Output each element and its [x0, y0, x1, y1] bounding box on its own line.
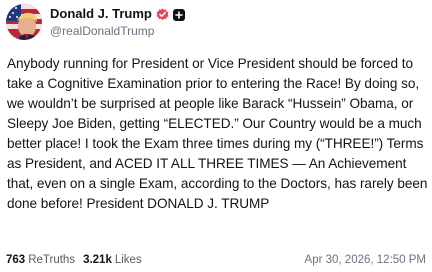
retruths-count: 763: [6, 254, 26, 266]
likes-stat[interactable]: 3.21k Likes: [83, 252, 142, 268]
avatar-image: [6, 4, 42, 40]
truth-post-card: Donald J. Trump @realDonaldTrump Anybody…: [0, 0, 432, 272]
author-block: Donald J. Trump @realDonaldTrump: [50, 6, 185, 39]
post-text: Anybody running for President or Vice Pr…: [7, 56, 428, 211]
retruths-stat[interactable]: 763 ReTruths: [6, 252, 75, 268]
avatar[interactable]: [6, 4, 42, 40]
post-timestamp[interactable]: Apr 30, 2026, 12:50 PM: [305, 252, 426, 268]
post-stats: 763 ReTruths 3.21k Likes Apr 30, 2026, 1…: [6, 252, 426, 268]
author-handle[interactable]: @realDonaldTrump: [50, 23, 185, 39]
plus-box-icon[interactable]: [172, 8, 185, 21]
likes-count: 3.21k: [83, 254, 112, 266]
retruths-label: ReTruths: [28, 254, 76, 266]
likes-label: Likes: [114, 254, 142, 266]
author-name-row: Donald J. Trump: [50, 6, 185, 22]
post-header: Donald J. Trump @realDonaldTrump: [6, 4, 185, 40]
display-name[interactable]: Donald J. Trump: [50, 6, 152, 22]
verified-badge-icon: [156, 8, 169, 21]
